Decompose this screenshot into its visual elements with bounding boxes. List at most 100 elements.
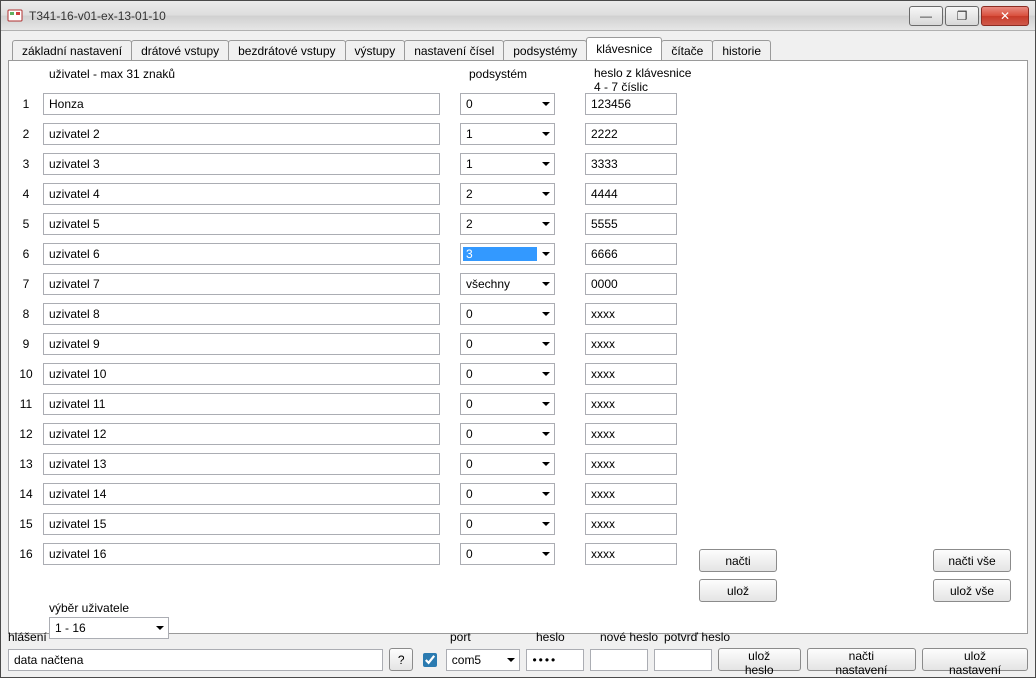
- user-name-input[interactable]: [43, 93, 440, 115]
- subsystem-combo[interactable]: 0: [460, 513, 555, 535]
- tab-klávesnice[interactable]: klávesnice: [586, 37, 662, 60]
- subsystem-combo[interactable]: 3: [460, 243, 555, 265]
- user-name-input[interactable]: [43, 423, 440, 445]
- keypad-password-input[interactable]: [585, 513, 677, 535]
- app-icon: [7, 8, 23, 24]
- save-all-button[interactable]: ulož vše: [933, 579, 1011, 602]
- keypad-password-input[interactable]: [585, 393, 677, 415]
- subsystem-combo[interactable]: 0: [460, 483, 555, 505]
- port-label: port: [450, 630, 471, 644]
- user-row: 52: [9, 209, 1027, 239]
- row-number: 9: [9, 337, 43, 351]
- user-row: 31: [9, 149, 1027, 179]
- keypad-password-input[interactable]: [585, 213, 677, 235]
- row-number: 15: [9, 517, 43, 531]
- header-subsystem: podsystém: [469, 67, 527, 81]
- user-row: 21: [9, 119, 1027, 149]
- chevron-down-icon: [537, 424, 554, 444]
- help-button[interactable]: ?: [389, 648, 413, 671]
- subsystem-combo[interactable]: 0: [460, 363, 555, 385]
- tab-bezdrátové-vstupy[interactable]: bezdrátové vstupy: [228, 40, 345, 61]
- subsystem-combo[interactable]: 0: [460, 543, 555, 565]
- subsystem-combo[interactable]: 0: [460, 423, 555, 445]
- user-row: 130: [9, 449, 1027, 479]
- subsystem-combo[interactable]: 1: [460, 153, 555, 175]
- subsystem-combo[interactable]: 1: [460, 123, 555, 145]
- tab-čítače[interactable]: čítače: [661, 40, 713, 61]
- user-name-input[interactable]: [43, 543, 440, 565]
- keypad-password-input[interactable]: [585, 123, 677, 145]
- save-password-button[interactable]: ulož heslo: [718, 648, 801, 671]
- chevron-down-icon: [537, 184, 554, 204]
- chevron-down-icon: [537, 454, 554, 474]
- keypad-password-input[interactable]: [585, 243, 677, 265]
- maximize-button[interactable]: ❐: [945, 6, 979, 26]
- user-name-input[interactable]: [43, 213, 440, 235]
- port-enabled-checkbox[interactable]: [423, 653, 437, 667]
- keypad-password-input[interactable]: [585, 483, 677, 505]
- password-field[interactable]: ••••: [526, 649, 583, 671]
- tab-podsystémy[interactable]: podsystémy: [503, 40, 587, 61]
- subsystem-combo[interactable]: 0: [460, 453, 555, 475]
- tab-nastavení-čísel[interactable]: nastavení čísel: [404, 40, 504, 61]
- chevron-down-icon: [537, 364, 554, 384]
- row-number: 10: [9, 367, 43, 381]
- read-button[interactable]: načti: [699, 549, 777, 572]
- user-name-input[interactable]: [43, 123, 440, 145]
- subsystem-combo[interactable]: 0: [460, 393, 555, 415]
- title-bar: T341-16-v01-ex-13-01-10 — ❐ ✕: [1, 1, 1035, 31]
- close-button[interactable]: ✕: [981, 6, 1029, 26]
- tab-historie[interactable]: historie: [712, 40, 771, 61]
- user-name-input[interactable]: [43, 393, 440, 415]
- subsystem-combo[interactable]: 2: [460, 213, 555, 235]
- keypad-password-input[interactable]: [585, 333, 677, 355]
- chevron-down-icon: [537, 274, 554, 294]
- user-name-input[interactable]: [43, 303, 440, 325]
- read-settings-button[interactable]: načti nastavení: [807, 648, 916, 671]
- user-name-input[interactable]: [43, 153, 440, 175]
- keypad-password-input[interactable]: [585, 543, 677, 565]
- keypad-password-input[interactable]: [585, 273, 677, 295]
- user-name-input[interactable]: [43, 183, 440, 205]
- keypad-password-input[interactable]: [585, 153, 677, 175]
- confirm-password-field[interactable]: [654, 649, 712, 671]
- user-name-input[interactable]: [43, 243, 440, 265]
- subsystem-combo[interactable]: 0: [460, 333, 555, 355]
- tab-výstupy[interactable]: výstupy: [345, 40, 406, 61]
- keypad-password-input[interactable]: [585, 183, 677, 205]
- keypad-password-input[interactable]: [585, 423, 677, 445]
- read-all-button[interactable]: načti vše: [933, 549, 1011, 572]
- pass-label: heslo: [536, 630, 565, 644]
- client-area: základní nastavenídrátové vstupybezdráto…: [1, 31, 1035, 677]
- user-name-input[interactable]: [43, 363, 440, 385]
- minimize-button[interactable]: —: [909, 6, 943, 26]
- main-window: T341-16-v01-ex-13-01-10 — ❐ ✕ základní n…: [0, 0, 1036, 678]
- keypad-password-input[interactable]: [585, 93, 677, 115]
- port-combo[interactable]: com5: [446, 649, 521, 671]
- new-password-field[interactable]: [590, 649, 648, 671]
- user-name-input[interactable]: [43, 273, 440, 295]
- keypad-password-input[interactable]: [585, 303, 677, 325]
- user-name-input[interactable]: [43, 483, 440, 505]
- subsystem-combo[interactable]: 0: [460, 303, 555, 325]
- message-field[interactable]: [8, 649, 383, 671]
- tab-drátové-vstupy[interactable]: drátové vstupy: [131, 40, 229, 61]
- row-number: 16: [9, 547, 43, 561]
- bottom-panel: hlášení port heslo nové heslo potvrď hes…: [1, 630, 1035, 671]
- keypad-password-input[interactable]: [585, 453, 677, 475]
- user-row: 7všechny: [9, 269, 1027, 299]
- tab-strip: základní nastavenídrátové vstupybezdráto…: [8, 38, 1028, 60]
- subsystem-combo[interactable]: 0: [460, 93, 555, 115]
- save-settings-button[interactable]: ulož nastavení: [922, 648, 1028, 671]
- user-row: 90: [9, 329, 1027, 359]
- user-row: 10: [9, 89, 1027, 119]
- keypad-password-input[interactable]: [585, 363, 677, 385]
- user-name-input[interactable]: [43, 333, 440, 355]
- user-name-input[interactable]: [43, 453, 440, 475]
- chevron-down-icon: [537, 484, 554, 504]
- tab-základní-nastavení[interactable]: základní nastavení: [12, 40, 132, 61]
- subsystem-combo[interactable]: všechny: [460, 273, 555, 295]
- subsystem-combo[interactable]: 2: [460, 183, 555, 205]
- user-name-input[interactable]: [43, 513, 440, 535]
- save-button[interactable]: ulož: [699, 579, 777, 602]
